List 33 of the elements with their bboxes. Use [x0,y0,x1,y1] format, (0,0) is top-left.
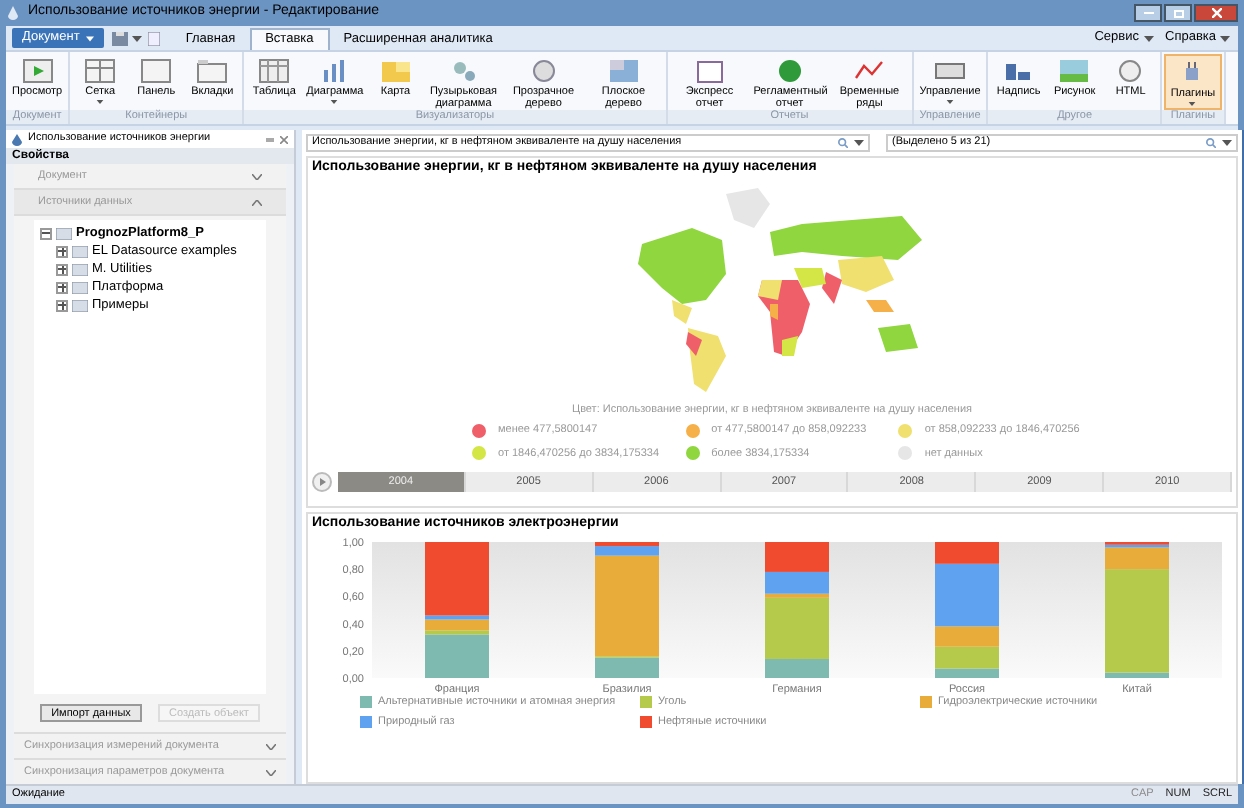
app-icon [6,6,20,20]
map-icon [379,58,412,84]
play-icon [319,477,325,486]
flat-tree-icon [607,58,640,84]
expander-icon[interactable] [56,263,68,275]
line-chart-icon [853,58,886,84]
preview-icon [21,58,54,84]
grid-icon [84,58,117,84]
caret-icon [131,35,142,41]
bar-segment [765,542,829,572]
minimize-button[interactable] [1134,4,1162,22]
caret-icon [1143,35,1153,41]
caret-icon [85,35,94,41]
picture-icon [1058,58,1091,84]
drop-icon [12,133,22,145]
maximize-button[interactable] [1164,4,1192,22]
close-icon [1211,8,1221,18]
close-icon[interactable] [280,135,288,143]
panel-icon [140,58,173,84]
table-icon [258,58,291,84]
save-icon[interactable] [111,31,128,45]
tabs-icon [196,58,229,84]
expander-icon[interactable] [56,299,68,311]
caret-icon [854,140,864,146]
expander-icon[interactable] [56,245,68,257]
search-icon [838,138,848,148]
close-button[interactable] [1194,4,1238,22]
expander-icon[interactable] [56,281,68,293]
caret-icon [1222,140,1232,146]
caret-icon [1220,35,1230,41]
expander-icon[interactable] [40,227,52,239]
play-button[interactable] [312,471,332,492]
search-icon [1206,138,1216,148]
